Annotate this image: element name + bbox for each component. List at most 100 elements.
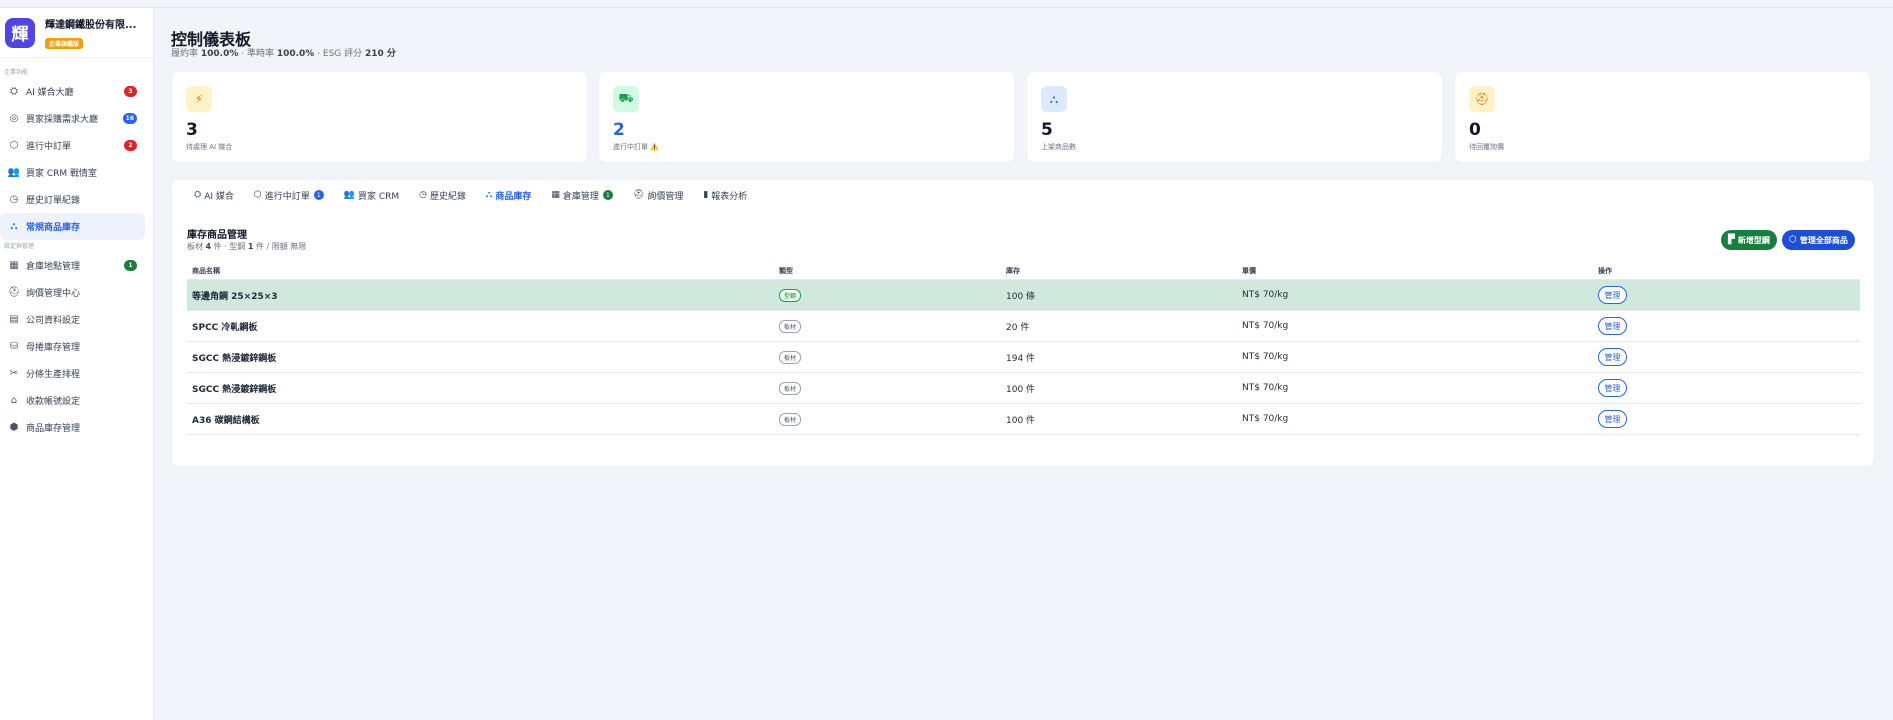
table-row[interactable]: 等邊角鋼 25×25×3 型鋼 100 條 NT$ 70/kg 管理 — [187, 280, 1860, 311]
tab[interactable]: ▦ 倉庫管理 1 — [551, 187, 613, 203]
sidebar-item-label: AI 媒合大廳 — [26, 88, 74, 98]
tab[interactable]: ▮ 報表分析 — [703, 187, 747, 203]
stat-label: 進行中訂單 ⚠️ — [613, 143, 659, 151]
sidebar-item[interactable]: ⛭ AI 媒合大廳 3 — [0, 78, 145, 105]
sidebar: 輝 輝達鋼鐵股份有限... 企業旗艦版 企業功能 ⛭ AI 媒合大廳 3 ◎ 買家採購需… — [0, 8, 154, 720]
manage-all-products-button[interactable]: ⬡ 管理全部商品 — [1782, 230, 1855, 250]
sidebar-item-label: 買家 CRM 戰情室 — [26, 169, 98, 179]
users-icon: 👥 — [7, 167, 21, 178]
product-name: SGCC 熱浸鍍鋅鋼板 — [192, 384, 277, 395]
bank-icon: ⌂ — [10, 395, 18, 406]
tab[interactable]: ⛭ AI 媒合 — [194, 187, 234, 203]
sidebar-item-label: 分條生產排程 — [26, 370, 81, 380]
warehouse-icon: ▦ — [551, 190, 560, 200]
unit-price: NT$ 70/kg — [1242, 352, 1289, 362]
count-badge: 16 — [122, 113, 137, 124]
brand[interactable]: 輝 輝達鋼鐵股份有限... 企業旗艦版 — [0, 8, 153, 58]
table-row[interactable]: SPCC 冷軋鋼板 板材 20 件 NT$ 70/kg 管理 — [187, 311, 1860, 342]
company-name: 輝達鋼鐵股份有限... — [45, 19, 137, 31]
tab-label: 商品庫存 — [495, 191, 532, 202]
tab-label: 歷史紀錄 — [430, 191, 467, 202]
unit-price: NT$ 70/kg — [1242, 414, 1289, 424]
product-name: A36 碳鋼結構板 — [192, 415, 260, 426]
tab-bar: ⛭ AI 媒合 ⬡ 進行中訂單 1 👥 買家 CRM ◷ 歷史紀錄 ⛬ 商品庫存 ▦ 倉庫管理 1 ⛑ 詢價管… — [194, 187, 767, 203]
stock-value: 100 件 — [1006, 415, 1036, 426]
sidebar-item[interactable]: ⬡ 進行中訂單 2 — [0, 132, 145, 159]
nav-section-title: 設定與管理 — [4, 243, 35, 250]
sidebar-item[interactable]: ▦ 倉庫地點管理 1 — [0, 252, 145, 279]
stat-card[interactable]: ⛬ 5 上架商品數 — [1026, 71, 1443, 163]
column-header: 操作 — [1598, 267, 1612, 275]
table-header: 商品名稱 類型 庫存 單價 操作 — [187, 266, 1860, 280]
ontime-rate: 100.0% — [276, 49, 315, 59]
sidebar-item-label: 商品庫存管理 — [26, 424, 81, 434]
truck-icon: ⛟ — [613, 86, 639, 112]
tab[interactable]: 👥 買家 CRM — [344, 187, 399, 203]
inventory-summary: 板材 4 件 · 型鋼 1 件 / 限額 無限 — [187, 242, 307, 251]
sidebar-item[interactable]: ⛬ 常規商品庫存 — [0, 213, 145, 240]
steel-beam-icon: ▛ — [1728, 235, 1735, 245]
sidebar-item-label: 母捲庫存管理 — [26, 343, 81, 353]
count-badge: 3 — [124, 86, 137, 97]
robot-icon: ⛭ — [194, 190, 202, 200]
stat-card[interactable]: ⚡ 3 待處理 AI 媒合 — [171, 71, 588, 163]
tab[interactable]: ⬡ 進行中訂單 1 — [254, 187, 324, 203]
cube-icon: ⬢ — [9, 422, 19, 433]
bolt-icon: ⚡ — [186, 86, 212, 112]
table-row[interactable]: SGCC 熱浸鍍鋅鋼板 板材 194 件 NT$ 70/kg 管理 — [187, 342, 1860, 373]
column-header: 單價 — [1242, 267, 1256, 275]
sidebar-item[interactable]: ⛑ 詢價管理中心 — [0, 279, 145, 306]
sidebar-item[interactable]: ⛁ 母捲庫存管理 — [0, 333, 145, 360]
sidebar-item[interactable]: ◎ 買家採購需求大廳 16 — [0, 105, 145, 132]
stack-icon: ⛬ — [1041, 86, 1067, 112]
stock-value: 100 件 — [1006, 384, 1036, 395]
sidebar-item[interactable]: ⬢ 商品庫存管理 — [0, 414, 145, 441]
tab-label: 進行中訂單 — [264, 191, 310, 202]
hardhat-icon: ⛑ — [1469, 86, 1495, 112]
brand-logo: 輝 — [5, 17, 35, 48]
unit-price: NT$ 70/kg — [1242, 290, 1289, 300]
manage-button[interactable]: 管理 — [1598, 348, 1627, 366]
manage-button[interactable]: 管理 — [1598, 379, 1627, 397]
tab-label: AI 媒合 — [204, 191, 234, 202]
sidebar-item[interactable]: ◷ 歷史訂單紀錄 — [0, 186, 145, 213]
tab[interactable]: ◷ 歷史紀錄 — [419, 187, 466, 203]
manage-button[interactable]: 管理 — [1598, 317, 1627, 335]
table-row[interactable]: SGCC 熱浸鍍鋅鋼板 板材 100 件 NT$ 70/kg 管理 — [187, 373, 1860, 404]
product-name: 等邊角鋼 25×25×3 — [192, 291, 278, 302]
hardhat-icon: ⛑ — [632, 190, 645, 200]
add-section-steel-button[interactable]: ▛ 新增型鋼 — [1721, 230, 1777, 250]
sidebar-item-label: 收款帳號設定 — [26, 397, 81, 407]
type-chip: 型鋼 — [779, 288, 802, 302]
tab-label: 倉庫管理 — [562, 191, 599, 202]
cylinder-icon: ⛁ — [9, 341, 19, 352]
stat-value: 0 — [1469, 120, 1481, 140]
cube-icon: ⬡ — [1789, 235, 1797, 245]
clock-icon: ◷ — [419, 190, 428, 200]
count-badge: 1 — [313, 190, 324, 200]
stat-value: 3 — [186, 120, 198, 140]
tab-label: 詢價管理 — [647, 191, 684, 202]
table-row[interactable]: A36 碳鋼結構板 板材 100 件 NT$ 70/kg 管理 — [187, 404, 1860, 435]
sidebar-item-label: 詢價管理中心 — [26, 289, 81, 299]
tab[interactable]: ⛬ 商品庫存 — [486, 187, 531, 203]
sidebar-item-label: 倉庫地點管理 — [26, 262, 81, 272]
stat-label: 上架商品數 — [1041, 143, 1076, 151]
count-badge: 2 — [124, 140, 137, 151]
stock-value: 194 件 — [1006, 353, 1036, 364]
sidebar-item-label: 常規商品庫存 — [26, 223, 81, 233]
tab-label: 報表分析 — [711, 191, 748, 202]
box-icon: ⬡ — [253, 190, 262, 200]
sidebar-item[interactable]: 👥 買家 CRM 戰情室 — [0, 159, 145, 186]
sidebar-item[interactable]: ▤ 公司資料設定 — [0, 306, 145, 333]
tab[interactable]: ⛑ 詢價管理 — [633, 187, 683, 203]
sidebar-item[interactable]: ✂ 分條生產排程 — [0, 360, 145, 387]
stat-value: 2 — [613, 120, 625, 140]
manage-button[interactable]: 管理 — [1598, 286, 1627, 304]
building-icon: ▤ — [9, 314, 19, 325]
stat-card[interactable]: ⛟ 2 進行中訂單 ⚠️ — [598, 71, 1015, 163]
sidebar-item[interactable]: ⌂ 收款帳號設定 — [0, 387, 145, 414]
stat-card[interactable]: ⛑ 0 待回覆詢價 — [1454, 71, 1871, 163]
manage-button[interactable]: 管理 — [1598, 410, 1627, 428]
plan-badge: 企業旗艦版 — [45, 37, 84, 49]
